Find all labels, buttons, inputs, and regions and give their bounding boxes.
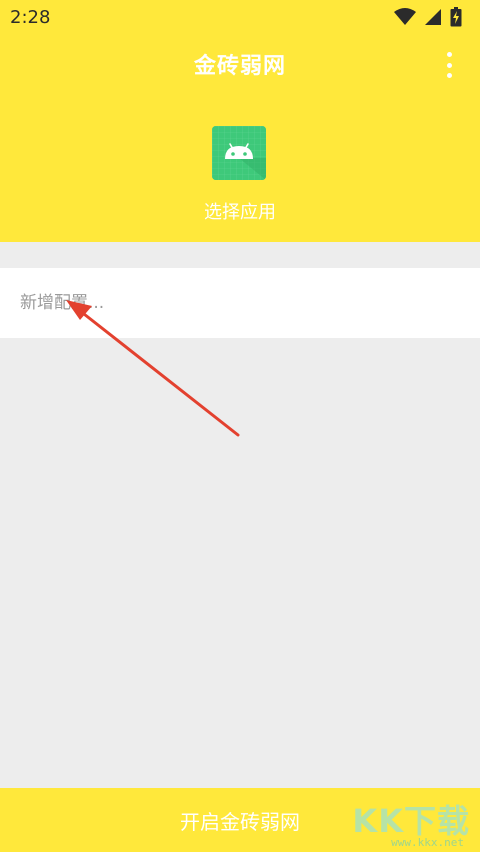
menu-dot [446, 62, 452, 68]
status-time: 2:28 [10, 6, 51, 28]
select-app-label[interactable]: 选择应用 [0, 198, 480, 224]
more-vert-icon[interactable] [442, 52, 456, 78]
app-title: 金砖弱网 [193, 54, 286, 79]
status-bar: 2:28 [0, 0, 480, 34]
android-icon-graphic [212, 126, 266, 180]
android-icon[interactable] [212, 126, 266, 180]
header: 2:28 金砖弱网 选择应用 [0, 0, 480, 242]
screen: 2:28 金砖弱网 选择应用 新增配置... 开启金砖弱网 KK下载 www.k… [0, 0, 480, 852]
config-row[interactable] [0, 268, 480, 338]
battery-charging-icon [450, 7, 462, 27]
start-weak-network-button[interactable]: 开启金砖弱网 [0, 788, 480, 852]
menu-dot [446, 52, 452, 57]
cellular-signal-icon [425, 9, 441, 25]
menu-dot [446, 73, 452, 78]
status-icons [394, 7, 462, 27]
wifi-icon [394, 8, 416, 25]
new-config-input[interactable] [20, 290, 460, 316]
